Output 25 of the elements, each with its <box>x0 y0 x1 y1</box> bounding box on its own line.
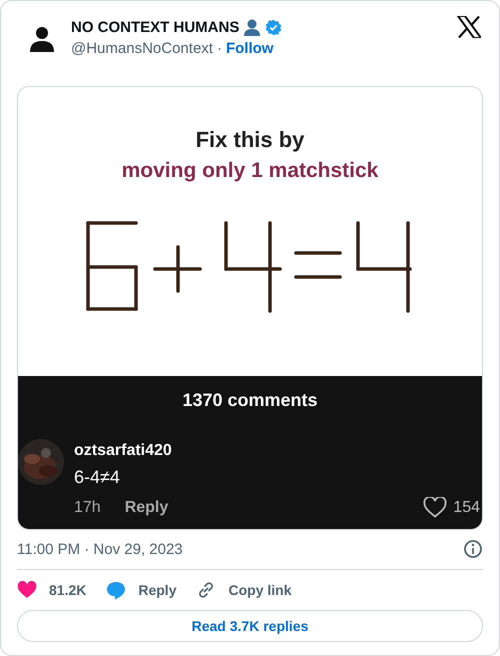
puzzle-subtitle: moving only 1 matchstick <box>122 159 378 183</box>
puzzle-title: Fix this by <box>196 127 304 153</box>
heart-outline-icon <box>423 497 448 518</box>
comment-text: 6-4≠4 <box>74 467 121 488</box>
speech-bubble-icon[interactable] <box>106 580 126 600</box>
follow-link[interactable]: Follow <box>226 40 274 57</box>
info-icon[interactable] <box>463 539 483 559</box>
tweet-timestamp[interactable]: 11:00 PM · Nov 29, 2023 <box>17 540 183 558</box>
media-image[interactable]: Fix this by moving only 1 matchstick 1370 comments oztsarfati420 6-4≠4 17h Reply 154 <box>17 86 483 530</box>
comment-username: oztsarfati420 <box>74 442 173 460</box>
comment-time: 17h <box>74 498 101 516</box>
separator-dot: · <box>216 40 222 57</box>
action-label[interactable]: Copy link <box>228 582 292 598</box>
x-logo-icon[interactable] <box>457 16 481 38</box>
author-name: NO CONTEXT HUMANS <box>71 18 240 36</box>
person-icon <box>27 24 57 54</box>
heart-icon[interactable] <box>17 581 37 599</box>
action-label[interactable]: Reply <box>138 582 176 598</box>
comment-reply-link: Reply <box>124 498 168 516</box>
comments-count: 1370 comments <box>181 390 319 411</box>
action-label[interactable]: 81.2K <box>49 582 86 598</box>
read-replies-button[interactable]: Read 3.7K replies <box>17 610 483 642</box>
comment-like-count: 154 <box>453 498 480 516</box>
bust-icon <box>243 18 262 36</box>
author-handle: @HumansNoContext <box>71 40 213 57</box>
